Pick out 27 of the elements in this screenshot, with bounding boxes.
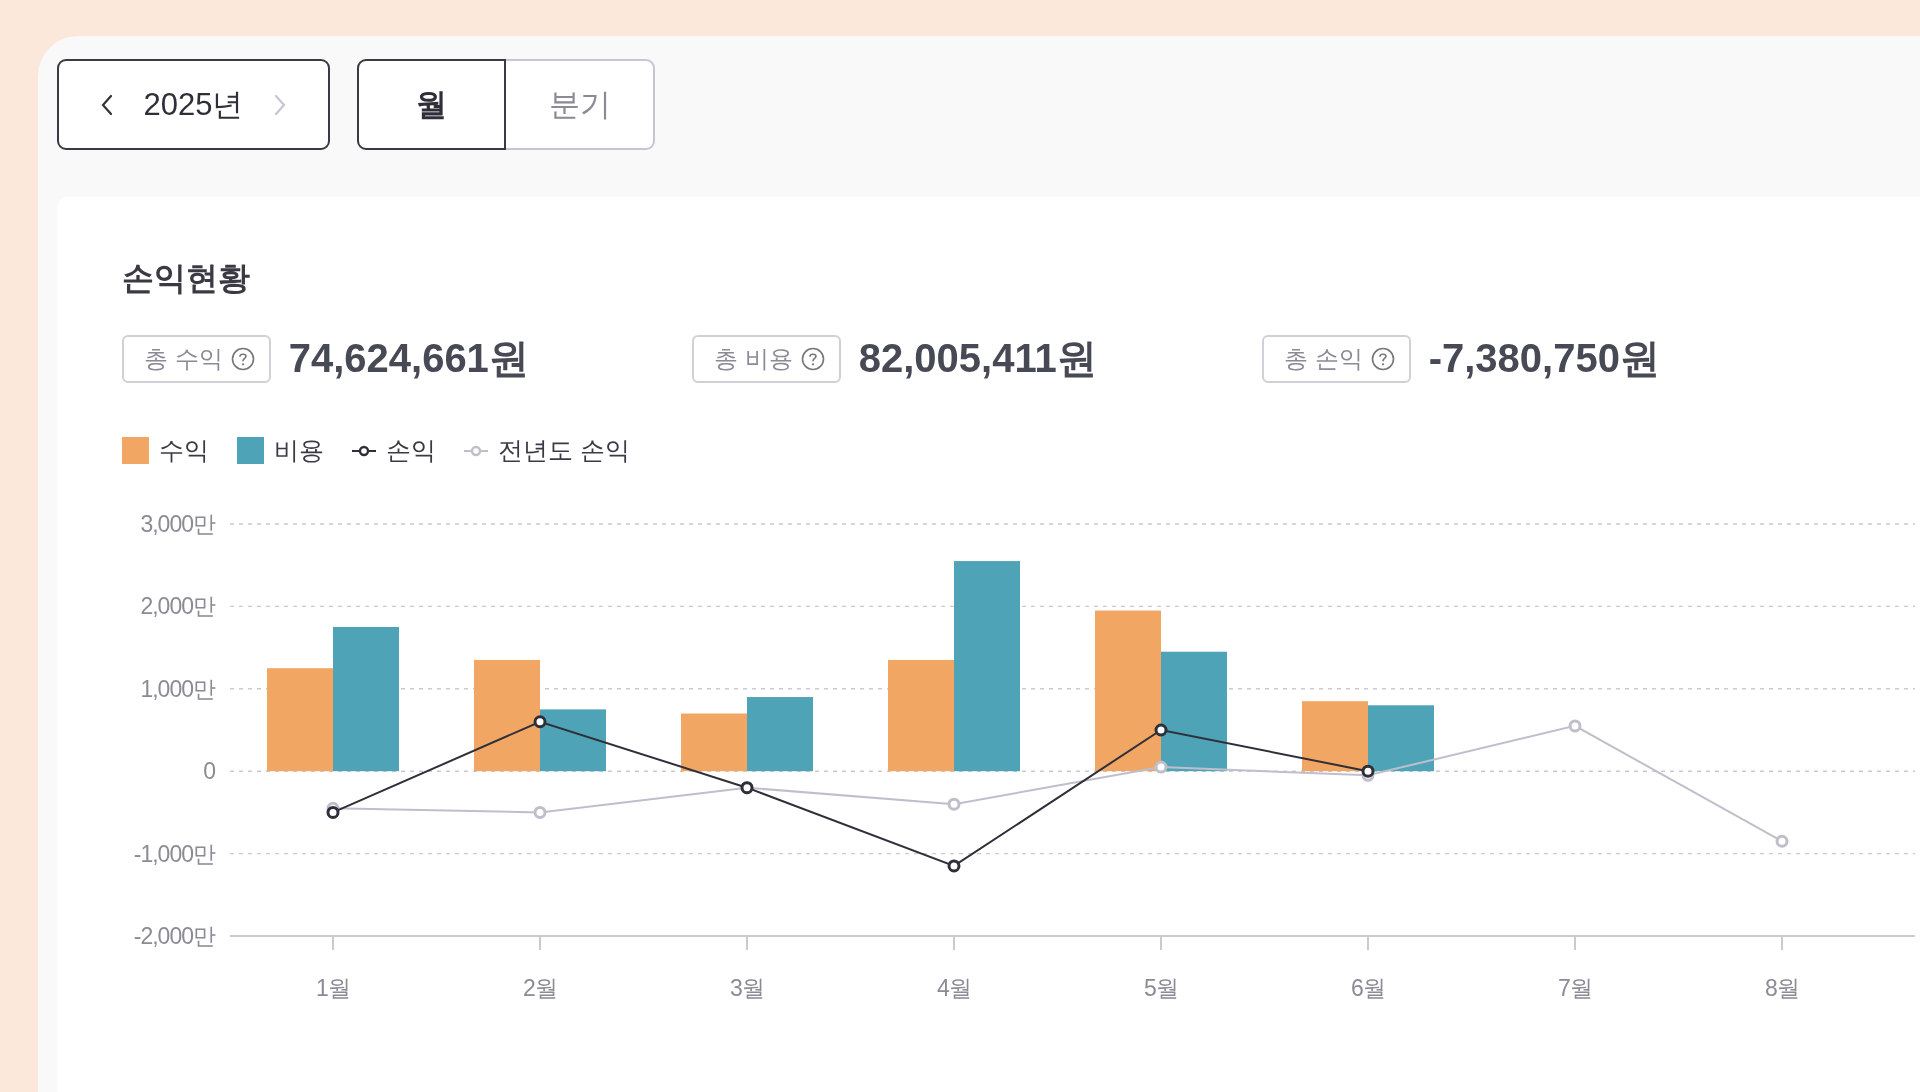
legend-label: 손익: [386, 435, 436, 466]
period-tab[interactable]: 월: [357, 59, 506, 150]
summary-label-text: 총 비용: [714, 343, 793, 374]
summary-label-text: 총 수익: [144, 343, 223, 374]
x-axis-label: 1월: [316, 975, 350, 1001]
summary-value: -7,380,750원: [1428, 335, 1660, 382]
y-axis-label: 2,000만: [140, 593, 215, 620]
x-axis-label: 5월: [1144, 975, 1178, 1001]
x-axis-label: 2월: [523, 975, 557, 1001]
x-axis-label: 4월: [937, 975, 971, 1001]
card-title: 손익현황: [122, 259, 251, 298]
x-axis-label: 7월: [1558, 975, 1592, 1001]
y-axis-label: -2,000만: [133, 923, 215, 949]
y-axis-label: 1,000만: [140, 675, 215, 702]
legend-label: 비용: [274, 435, 324, 466]
legend-label: 수익: [159, 435, 209, 466]
y-axis-label: -1,000만: [133, 840, 215, 867]
x-axis-label: 6월: [1351, 975, 1385, 1001]
year-label: 2025년: [143, 85, 244, 124]
y-axis-label: 0: [203, 758, 215, 785]
y-axis-label: 3,000만: [140, 511, 215, 537]
summary-value: 82,005,411원: [858, 335, 1097, 382]
legend-label: 전년도 손익: [498, 435, 630, 466]
x-axis-label: 3월: [730, 975, 764, 1001]
summary-label-text: 총 손익: [1284, 343, 1363, 374]
x-axis-label: 8월: [1765, 975, 1799, 1001]
summary-value: 74,624,661원: [288, 335, 529, 382]
